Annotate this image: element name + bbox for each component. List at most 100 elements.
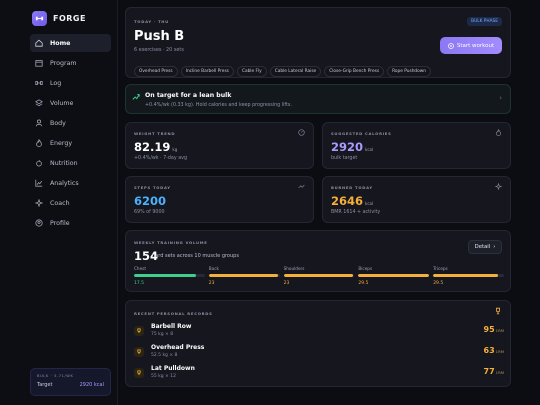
- sidebar-item-log[interactable]: Log: [30, 74, 111, 92]
- start-workout-button[interactable]: Start workout: [440, 37, 502, 54]
- record-number: 63: [483, 346, 495, 355]
- exercise-chip[interactable]: Rope Pushdown: [387, 66, 432, 77]
- sidebar-item-label: Nutrition: [50, 159, 78, 167]
- burned-card[interactable]: BURNED TODAY 2646 kcal BMR 1614 + activit…: [322, 176, 511, 223]
- stat-value-row: 82.19 kg: [134, 140, 177, 154]
- volume-text: hard sets across 10 muscle groups: [152, 253, 239, 259]
- muscle-bar-fill: [134, 274, 197, 277]
- weight-trend-card[interactable]: WEIGHT TREND 82.19 kg +0.4%/wk · 7-day av…: [125, 122, 314, 169]
- muscle-value: 17.5: [134, 281, 145, 286]
- steps-value: 6200: [134, 194, 167, 208]
- record-sub: 55 kg × 12: [151, 374, 176, 379]
- home-icon: [35, 39, 43, 47]
- profile-icon: [35, 219, 43, 227]
- muscle-bar: [358, 274, 430, 277]
- weight-unit: kg: [172, 147, 178, 152]
- target-subtitle: +0.4%/wk (0.33 kg). Hold calories and ke…: [145, 103, 292, 108]
- bulk-label: BULK · 5.71/WK: [37, 374, 74, 378]
- today-label: TODAY · THU: [134, 19, 169, 24]
- muscle-value: 29.5: [358, 281, 369, 286]
- muscle-name: Triceps: [433, 266, 448, 271]
- stat-label: STEPS TODAY: [134, 185, 171, 190]
- start-workout-label: Start workout: [456, 42, 495, 49]
- workout-subtitle: 6 exercises · 20 sets: [134, 47, 184, 53]
- stat-value-row: 2920 kcal: [331, 140, 373, 154]
- chart-icon: [35, 179, 43, 187]
- target-banner[interactable]: On target for a lean bulk +0.4%/wk (0.33…: [125, 84, 511, 114]
- muscle-bar: [283, 274, 355, 277]
- layers-icon: [35, 99, 43, 107]
- muscle-item[interactable]: Biceps 29.5: [358, 266, 430, 286]
- sidebar-item-body[interactable]: Body: [30, 114, 111, 132]
- muscle-name: Chest: [134, 266, 146, 271]
- sidebar-item-label: Energy: [50, 139, 73, 147]
- sidebar-item-home[interactable]: Home: [30, 34, 111, 52]
- today-workout-card: TODAY · THU BULK PHASE Push B 6 exercise…: [125, 7, 511, 78]
- sidebar-item-program[interactable]: Program: [30, 54, 111, 72]
- sidebar-item-profile[interactable]: Profile: [30, 214, 111, 232]
- brand-name: FORGE: [53, 14, 86, 23]
- weight-sub: +0.4%/wk · 7-day avg: [134, 156, 188, 161]
- exercise-chip[interactable]: Cable Lateral Raise: [269, 66, 322, 77]
- muscle-item[interactable]: Shoulders 23: [283, 266, 355, 286]
- target-title: On target for a lean bulk: [145, 92, 232, 99]
- muscle-name: Shoulders: [283, 266, 305, 271]
- detail-button[interactable]: Detail ›: [468, 240, 502, 254]
- record-name: Lat Pulldown: [151, 365, 195, 372]
- sidebar-item-energy[interactable]: Energy: [30, 134, 111, 152]
- record-row[interactable]: Overhead Press 52.5 kg × 8 631RM: [134, 344, 504, 364]
- flame-icon: [496, 129, 501, 136]
- steps-card[interactable]: STEPS TODAY 6200 69% of 9000: [125, 176, 314, 223]
- exercise-chip[interactable]: Cable Fly: [236, 66, 267, 77]
- workout-title: Push B: [134, 29, 185, 44]
- scale-icon: [298, 129, 305, 136]
- exercise-chip[interactable]: Overhead Press: [134, 66, 178, 77]
- sidebar-item-volume[interactable]: Volume: [30, 94, 111, 112]
- user-icon: [35, 119, 43, 127]
- muscle-item[interactable]: Back 23: [208, 266, 280, 286]
- personal-records-card: RECENT PERSONAL RECORDS Barbell Row 75 k…: [125, 300, 511, 387]
- muscle-item[interactable]: Triceps 29.5: [433, 266, 504, 286]
- chevron-right-icon: ›: [499, 94, 502, 102]
- muscle-name: Biceps: [358, 266, 373, 271]
- muscle-value: 29.5: [433, 281, 444, 286]
- trend-up-icon: [132, 94, 140, 100]
- muscle-bar-fill: [283, 274, 353, 277]
- record-sub: 75 kg × 8: [151, 332, 174, 337]
- burned-value: 2646: [331, 194, 364, 208]
- record-value: 631RM: [484, 346, 504, 355]
- volume-label: WEEKLY TRAINING VOLUME: [134, 240, 208, 245]
- sidebar-item-label: Body: [50, 119, 66, 127]
- apple-icon: [36, 159, 42, 167]
- phase-badge: BULK PHASE: [467, 17, 502, 26]
- record-sub: 52.5 kg × 8: [151, 353, 178, 358]
- stat-value-row: 2646 kcal: [331, 194, 373, 208]
- muscle-bar-fill: [208, 274, 279, 277]
- sidebar-item-coach[interactable]: Coach: [30, 194, 111, 212]
- muscle-item[interactable]: Chest 17.5: [134, 266, 205, 286]
- calories-unit: kcal: [365, 147, 374, 152]
- trophy-icon: [134, 368, 144, 378]
- brand[interactable]: FORGE: [32, 11, 86, 26]
- flame-icon: [36, 139, 42, 147]
- exercise-chip[interactable]: Close-Grip Bench Press: [324, 66, 385, 77]
- stat-label: BURNED TODAY: [331, 185, 373, 190]
- sidebar: FORGE Home Program Log Volume Body Energ…: [0, 0, 118, 405]
- exercise-chip[interactable]: Incline Barbell Press: [180, 66, 234, 77]
- record-row[interactable]: Barbell Row 75 kg × 8 951RM: [134, 323, 504, 343]
- suggested-calories-card[interactable]: SUGGESTED CALORIES 2920 kcal bulk target: [322, 122, 511, 169]
- stat-value-row: 6200: [134, 194, 166, 208]
- sidebar-item-label: Coach: [50, 199, 70, 207]
- sidebar-item-analytics[interactable]: Analytics: [30, 174, 111, 192]
- stat-label: WEIGHT TREND: [134, 131, 176, 136]
- dumbbell-logo-icon: [32, 11, 47, 26]
- play-icon: [447, 42, 454, 49]
- record-value: 951RM: [484, 325, 504, 334]
- sidebar-item-nutrition[interactable]: Nutrition: [30, 154, 111, 172]
- trophy-icon: [134, 347, 144, 357]
- steps-sub: 69% of 9000: [134, 210, 165, 215]
- muscle-volume-list: Chest 17.5 Back 23 Shoulders 23 Biceps 2…: [134, 266, 504, 286]
- record-row[interactable]: Lat Pulldown 55 kg × 12 771RM: [134, 365, 504, 385]
- detail-label: Detail: [474, 244, 491, 250]
- burned-unit: kcal: [365, 201, 374, 206]
